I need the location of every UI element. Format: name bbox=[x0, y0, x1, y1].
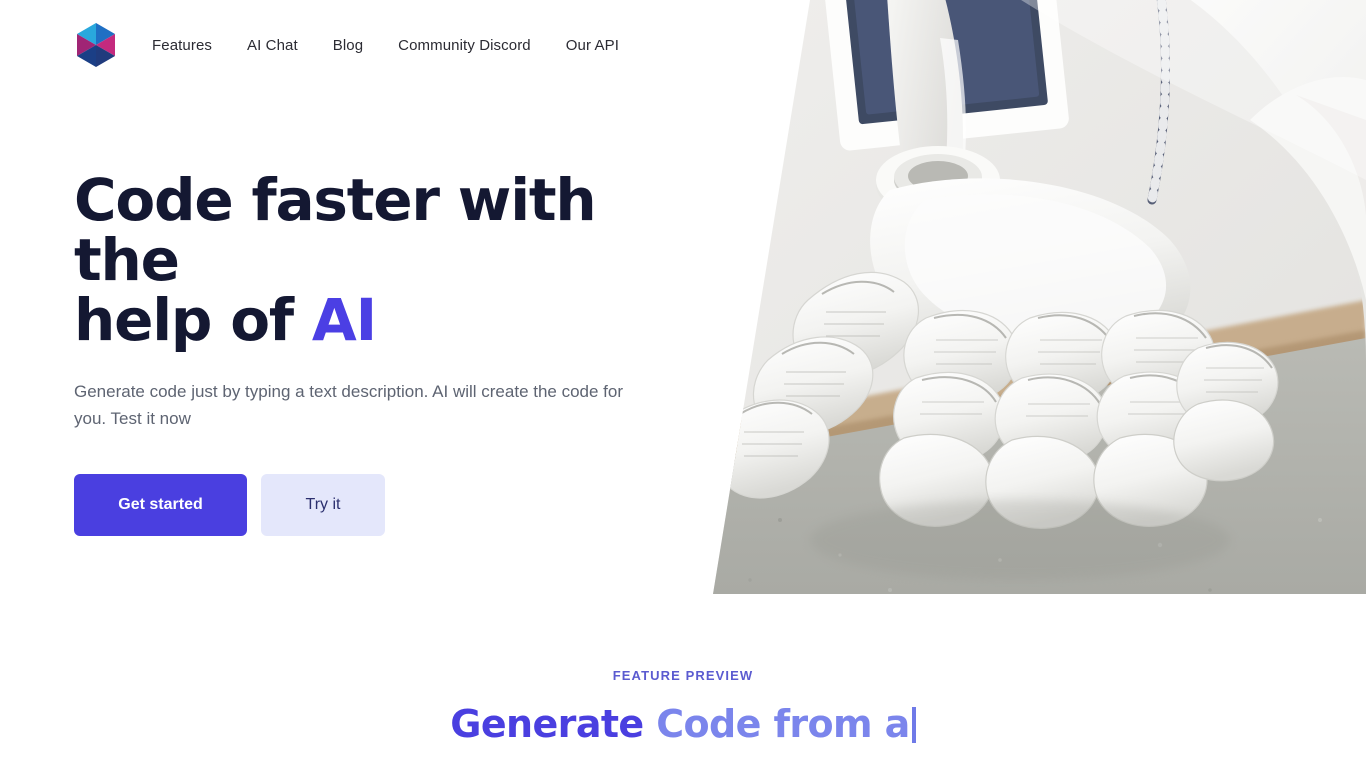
hero-section: Code faster with the help of AI Generate … bbox=[74, 170, 674, 536]
hero-subtitle: Generate code just by typing a text desc… bbox=[74, 382, 624, 428]
hero-image bbox=[713, 0, 1366, 594]
hero-actions: Get started Try it bbox=[74, 474, 674, 536]
get-started-button[interactable]: Get started bbox=[74, 474, 247, 536]
nav-item-ai-chat[interactable]: AI Chat bbox=[247, 31, 298, 60]
hexagon-pinwheel-logo[interactable] bbox=[74, 21, 118, 69]
nav-item-features[interactable]: Features bbox=[152, 31, 212, 60]
page-title: Code faster with the help of AI bbox=[74, 170, 674, 350]
preview-title-static: Generate bbox=[450, 702, 657, 746]
text-cursor bbox=[911, 707, 916, 743]
site-header: Features AI Chat Blog Community Discord … bbox=[0, 0, 690, 90]
preview-title-typed: Code from a bbox=[656, 702, 910, 746]
hero-title-accent: AI bbox=[311, 286, 377, 354]
nav-item-community-discord[interactable]: Community Discord bbox=[398, 31, 531, 60]
nav-item-our-api[interactable]: Our API bbox=[566, 31, 619, 60]
landing-page: Features AI Chat Blog Community Discord … bbox=[0, 0, 1366, 768]
hero-title-line1: Code faster with the bbox=[74, 166, 597, 294]
main-navigation: Features AI Chat Blog Community Discord … bbox=[152, 31, 619, 60]
hero-title-line2: help of bbox=[74, 286, 312, 354]
feature-preview-section: FEATURE PREVIEW Generate Code from a bbox=[0, 668, 1366, 747]
feature-preview-eyebrow: FEATURE PREVIEW bbox=[612, 668, 754, 683]
try-it-button[interactable]: Try it bbox=[261, 474, 385, 536]
nav-item-blog[interactable]: Blog bbox=[333, 31, 363, 60]
feature-preview-title: Generate Code from a bbox=[0, 701, 1366, 747]
